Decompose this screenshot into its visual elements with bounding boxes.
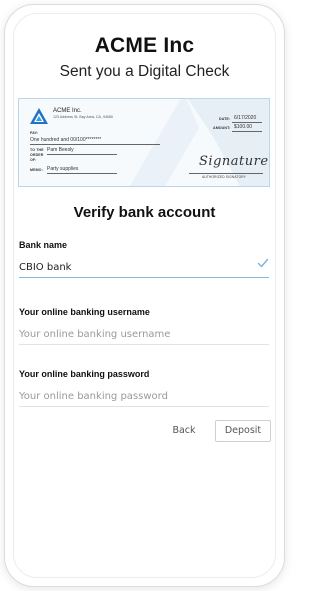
acme-logo-icon [30, 108, 48, 124]
check-date-line [232, 122, 262, 123]
password-label: Your online banking password [19, 369, 150, 379]
password-field: Your online banking password [19, 369, 269, 407]
check-memo-label: MEMO: [30, 168, 43, 172]
check-amount-words: One hundred and 00/100******** [30, 137, 102, 143]
bank-name-label: Bank name [19, 240, 68, 250]
check-company-address: 123 Address St. Bay Area, CA, 94080 [53, 115, 113, 119]
phone-frame [4, 4, 285, 587]
username-input[interactable] [19, 325, 269, 345]
verify-title: Verify bank account [73, 204, 216, 221]
check-order-label-1: TO THE [30, 148, 44, 152]
check-amount-line [232, 131, 262, 132]
check-signature: Signature [199, 154, 269, 169]
back-button[interactable]: Back [164, 420, 204, 442]
company-name: ACME Inc [94, 34, 195, 57]
check-pay-label: PAY: [30, 131, 39, 135]
check-order-label-3: OF: [30, 158, 37, 162]
check-signature-line [189, 173, 263, 174]
check-amount: $100.00 [234, 124, 253, 130]
check-date: 6/17/2020 [234, 115, 257, 121]
page-header: ACME Inc Sent you a Digital Check [0, 34, 289, 81]
check-payee: Pam Beesly [47, 147, 74, 153]
bank-name-input[interactable] [19, 258, 269, 278]
bank-name-field: Bank name [19, 240, 269, 278]
check-amount-words-line [30, 144, 160, 145]
checkmark-icon [257, 258, 269, 268]
check-memo: Party supplies [47, 166, 79, 172]
username-label: Your online banking username [19, 307, 150, 317]
password-input[interactable] [19, 387, 269, 407]
check-company-name: ACME Inc. [53, 108, 82, 114]
digital-check: ACME Inc. 123 Address St. Bay Area, CA, … [18, 98, 270, 187]
check-order-label-2: ORDER [30, 153, 44, 157]
username-field: Your online banking username [19, 307, 269, 345]
check-payee-line [47, 154, 117, 155]
page-subtitle: Sent you a Digital Check [59, 63, 230, 80]
check-authorized-label: AUTHORIZED SIGNATORY [202, 175, 247, 179]
check-amount-label: AMOUNT: [213, 126, 231, 130]
check-date-label: DATE: [219, 117, 231, 121]
deposit-button[interactable]: Deposit [215, 420, 271, 442]
check-memo-line [47, 173, 117, 174]
